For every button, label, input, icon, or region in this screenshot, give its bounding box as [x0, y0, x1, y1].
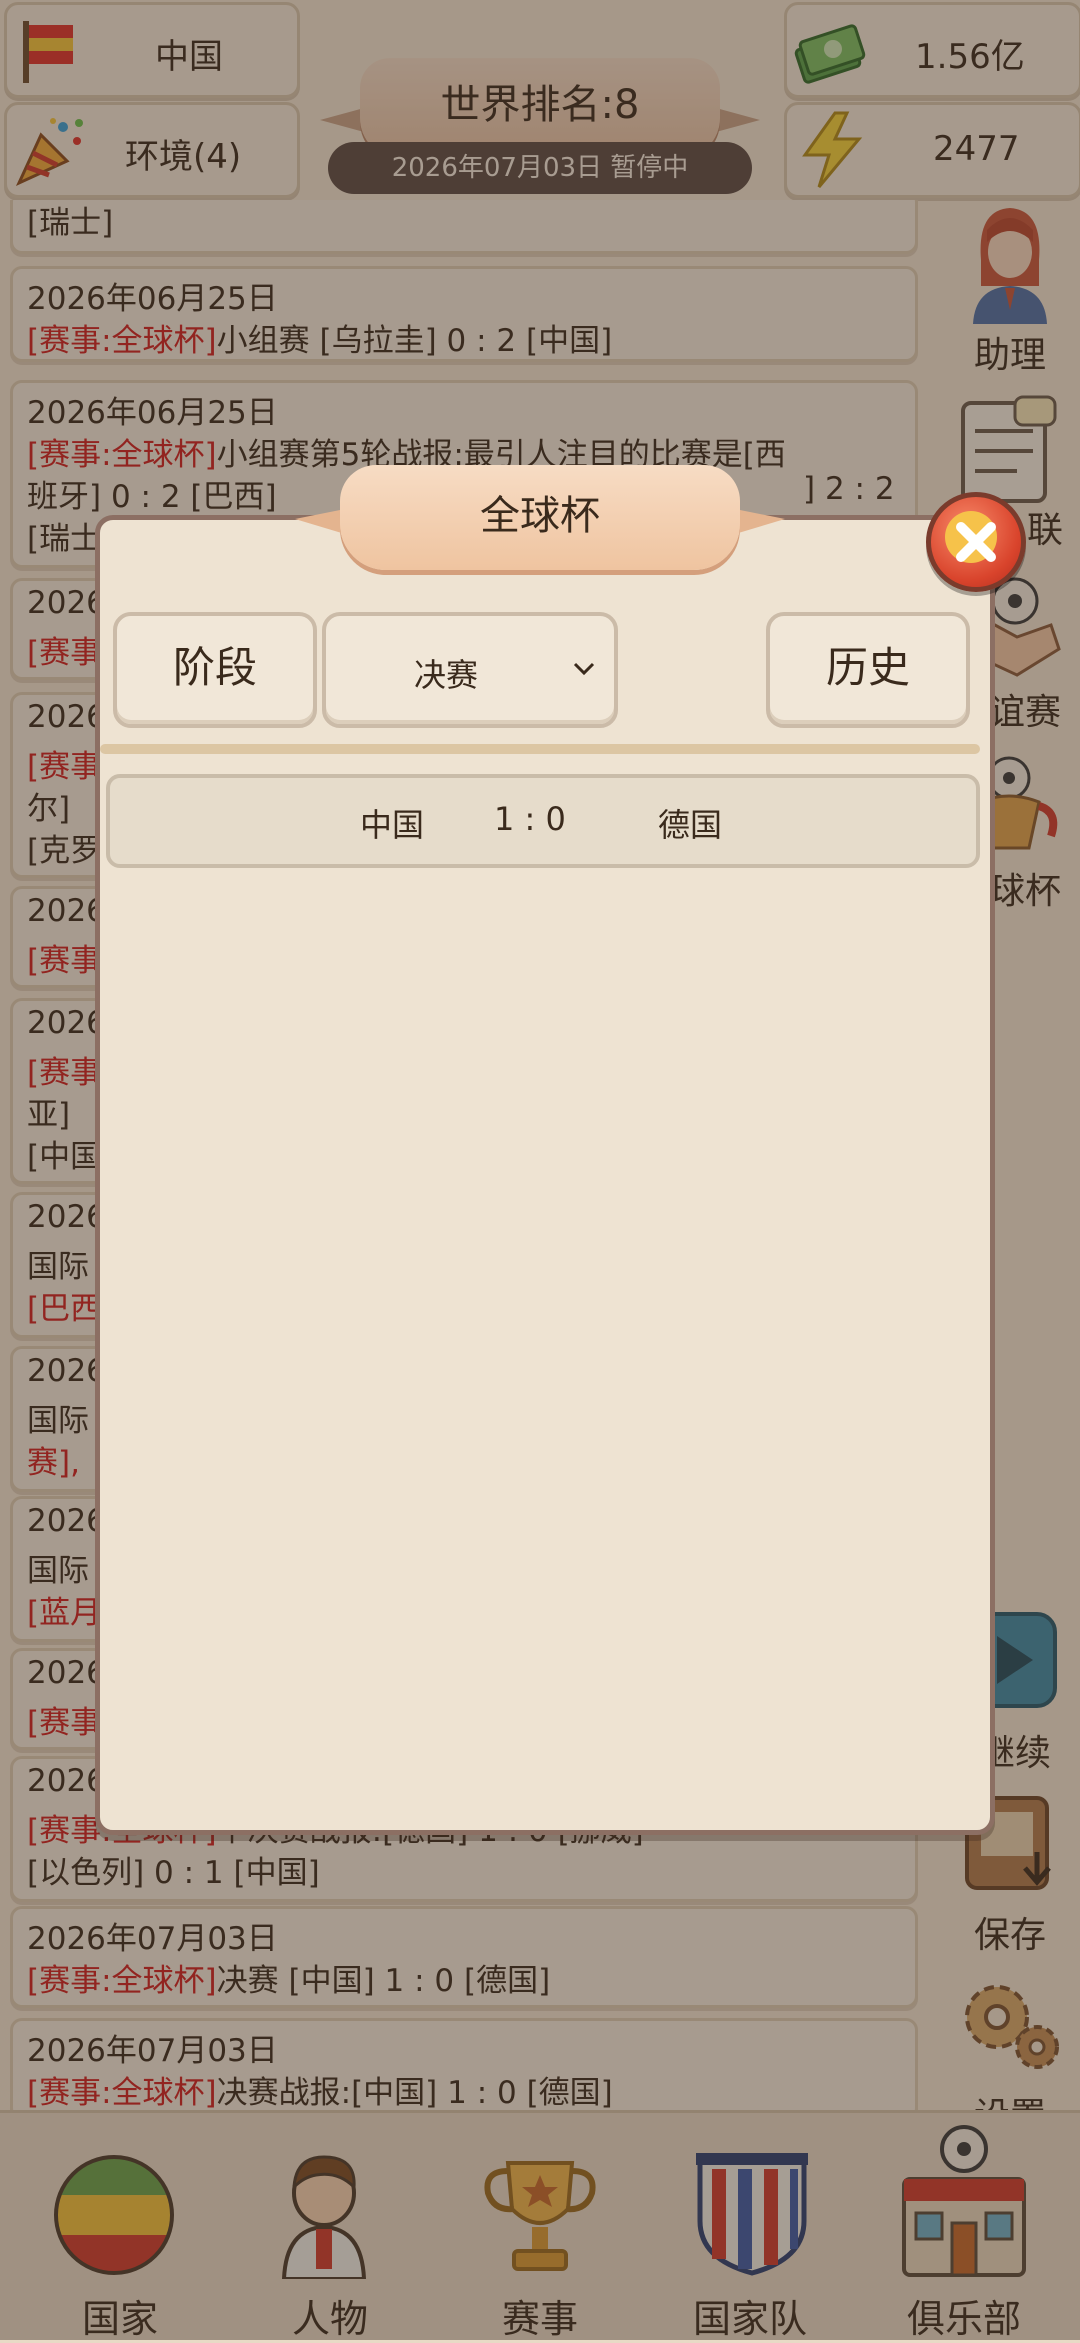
- chevron-down-icon: [573, 662, 595, 676]
- history-button[interactable]: 历史: [766, 612, 970, 728]
- away-team: 德国: [658, 806, 723, 844]
- match-score: 1 : 0: [494, 800, 566, 838]
- close-icon: [956, 522, 996, 562]
- dialog-divider: [100, 744, 980, 754]
- close-button[interactable]: [926, 492, 1026, 592]
- stage-button[interactable]: 阶段: [113, 612, 317, 728]
- stage-select[interactable]: 决赛: [322, 612, 618, 728]
- home-team: 中国: [360, 806, 425, 844]
- match-result-row[interactable]: 中国 1 : 0 德国: [106, 774, 980, 868]
- stage-select-value: 决赛: [414, 656, 479, 694]
- dialog-title-banner: 全球杯: [295, 455, 785, 595]
- dialog-title: 全球杯: [480, 493, 600, 539]
